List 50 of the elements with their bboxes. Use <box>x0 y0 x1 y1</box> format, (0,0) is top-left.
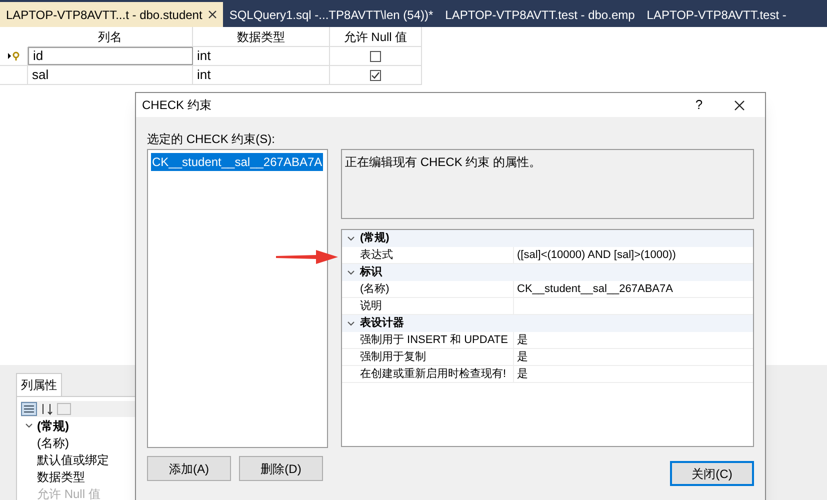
property-label: 表达式 <box>360 246 514 264</box>
property-label: (名称) <box>360 280 514 298</box>
checkbox[interactable] <box>370 70 381 80</box>
close-icon[interactable] <box>734 100 745 110</box>
column-header: 允许 Null 值 <box>330 27 422 47</box>
property-label: 强制用于复制 <box>360 348 514 366</box>
property-value[interactable]: 是 <box>514 366 528 382</box>
property-label: (常规) <box>37 418 69 434</box>
property-value[interactable]: 是 <box>514 332 528 348</box>
table-cell[interactable]: id <box>28 47 193 65</box>
category-label: 表设计器 <box>360 316 404 332</box>
property-value[interactable]: CK__student__sal__267ABA7A <box>514 280 673 298</box>
document-tab[interactable]: LAPTOP-VTP8AVTT...t - dbo.student <box>0 2 224 27</box>
table-cell[interactable]: int <box>193 47 330 65</box>
checkbox[interactable] <box>370 50 381 62</box>
document-tab[interactable]: LAPTOP-VTP8AVTT.test - dbo.emp <box>439 2 641 27</box>
property-label: 强制用于 INSERT 和 UPDATE <box>360 332 514 348</box>
table-cell[interactable]: int <box>193 66 330 84</box>
chevron-icon[interactable] <box>25 422 33 428</box>
categorized-icon[interactable] <box>21 402 37 416</box>
list-label: 选定的 CHECK 约束(S): <box>147 131 276 148</box>
close-icon[interactable] <box>208 10 218 19</box>
dialog-button[interactable]: 添加(A) <box>147 456 231 481</box>
properties-tab[interactable]: 列属性 <box>16 373 62 396</box>
sort-icon[interactable] <box>41 402 53 416</box>
table-cell[interactable]: sal <box>28 66 193 84</box>
dialog-button[interactable]: 删除(D) <box>239 456 323 481</box>
property-value[interactable]: ([sal]<(10000) AND [sal]>(1000)) <box>514 246 676 264</box>
column-header: 数据类型 <box>193 27 330 47</box>
chevron-icon[interactable] <box>347 270 355 276</box>
property-label: 默认值或绑定 <box>37 452 109 468</box>
column-header: 列名 <box>28 27 193 47</box>
property-value[interactable]: 是 <box>514 348 528 366</box>
property-label: (名称) <box>37 434 69 452</box>
category-label: (常规) <box>360 230 390 246</box>
constraint-item[interactable]: CK__student__sal__267ABA7A <box>151 153 324 171</box>
property-label: 在创建或重新启用时检查现有! <box>360 366 514 382</box>
pointer-arrow <box>276 250 338 264</box>
document-tab[interactable]: SQLQuery1.sql -...TP8AVTT\len (54))* <box>223 2 440 27</box>
description-box: 正在编辑现有 CHECK 约束 的属性。 <box>341 149 754 219</box>
property-label: 数据类型 <box>37 468 85 486</box>
close-button[interactable]: 关闭(C) <box>670 461 754 486</box>
help-button[interactable]: ? <box>684 95 714 115</box>
property-label: 说明 <box>360 298 514 314</box>
document-tab[interactable]: LAPTOP-VTP8AVTT.test - <box>640 2 792 27</box>
property-label: 允许 Null 值 <box>37 486 100 500</box>
chevron-icon[interactable] <box>347 320 355 326</box>
chevron-icon[interactable] <box>347 236 355 242</box>
category-label: 标识 <box>360 264 382 280</box>
dialog-title: CHECK 约束 <box>142 97 212 114</box>
